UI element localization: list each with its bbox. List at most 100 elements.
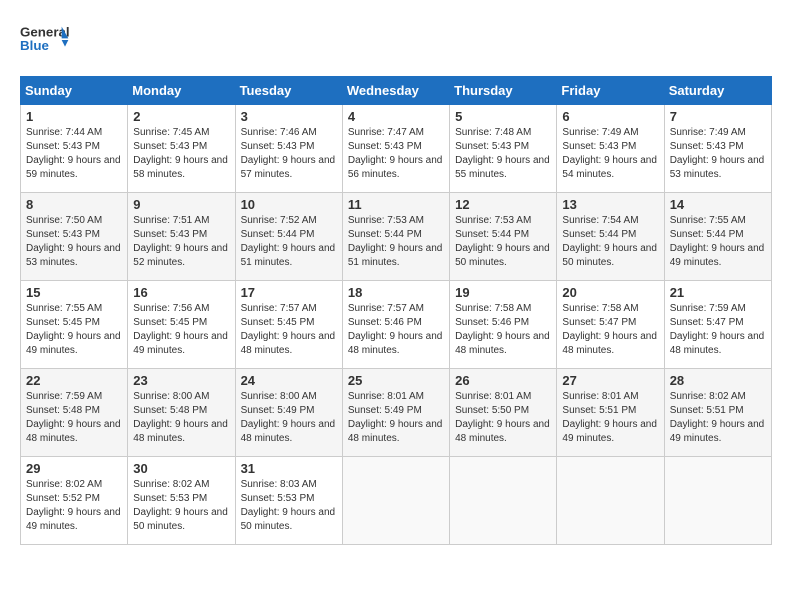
day-info: Sunrise: 8:02 AMSunset: 5:52 PMDaylight:… (26, 478, 122, 534)
day-info: Sunrise: 7:54 AMSunset: 5:44 PMDaylight:… (562, 214, 658, 270)
week-row-2: 8Sunrise: 7:50 AMSunset: 5:43 PMDaylight… (21, 193, 772, 281)
calendar-cell: 21 Sunrise: 7:59 AMSunset: 5:47 PMDayligh… (664, 281, 771, 369)
calendar-cell: 3 Sunrise: 7:46 AMSunset: 5:43 PMDaylight… (235, 105, 342, 193)
day-number: 17 (241, 285, 337, 300)
calendar-cell: 25Sunrise: 8:01 AMSunset: 5:49 PMDayligh… (342, 369, 449, 457)
calendar-cell: 19 Sunrise: 7:58 AMSunset: 5:46 PMDayligh… (450, 281, 557, 369)
day-number: 23 (133, 373, 229, 388)
calendar-cell: 31 Sunrise: 8:03 AMSunset: 5:53 PMDayligh… (235, 457, 342, 545)
weekday-saturday: Saturday (664, 77, 771, 105)
weekday-thursday: Thursday (450, 77, 557, 105)
calendar-cell (664, 457, 771, 545)
calendar-cell: 9 Sunrise: 7:51 AMSunset: 5:43 PMDaylight… (128, 193, 235, 281)
day-number: 30 (133, 461, 229, 476)
calendar-cell: 6 Sunrise: 7:49 AMSunset: 5:43 PMDaylight… (557, 105, 664, 193)
day-info: Sunrise: 7:44 AMSunset: 5:43 PMDaylight:… (26, 126, 122, 182)
weekday-friday: Friday (557, 77, 664, 105)
day-info: Sunrise: 7:57 AMSunset: 5:45 PMDaylight:… (241, 302, 337, 358)
calendar-cell: 2 Sunrise: 7:45 AMSunset: 5:43 PMDaylight… (128, 105, 235, 193)
calendar-cell: 8Sunrise: 7:50 AMSunset: 5:43 PMDaylight… (21, 193, 128, 281)
calendar-cell: 29 Sunrise: 8:02 AMSunset: 5:52 PMDayligh… (21, 457, 128, 545)
calendar-cell: 10 Sunrise: 7:52 AMSunset: 5:44 PMDayligh… (235, 193, 342, 281)
day-info: Sunrise: 7:53 AMSunset: 5:44 PMDaylight:… (455, 214, 551, 270)
day-info: Sunrise: 8:02 AMSunset: 5:51 PMDaylight:… (670, 390, 766, 446)
day-info: Sunrise: 7:55 AMSunset: 5:45 PMDaylight:… (26, 302, 122, 358)
day-info: Sunrise: 7:51 AMSunset: 5:43 PMDaylight:… (133, 214, 229, 270)
day-info: Sunrise: 7:46 AMSunset: 5:43 PMDaylight:… (241, 126, 337, 182)
calendar-cell: 20 Sunrise: 7:58 AMSunset: 5:47 PMDayligh… (557, 281, 664, 369)
day-number: 20 (562, 285, 658, 300)
day-number: 10 (241, 197, 337, 212)
day-number: 15 (26, 285, 122, 300)
calendar-cell: 13 Sunrise: 7:54 AMSunset: 5:44 PMDayligh… (557, 193, 664, 281)
calendar-cell (450, 457, 557, 545)
day-info: Sunrise: 7:49 AMSunset: 5:43 PMDaylight:… (670, 126, 766, 182)
weekday-sunday: Sunday (21, 77, 128, 105)
calendar-cell: 4 Sunrise: 7:47 AMSunset: 5:43 PMDaylight… (342, 105, 449, 193)
calendar-cell: 11Sunrise: 7:53 AMSunset: 5:44 PMDayligh… (342, 193, 449, 281)
day-info: Sunrise: 8:01 AMSunset: 5:50 PMDaylight:… (455, 390, 551, 446)
day-number: 21 (670, 285, 766, 300)
calendar-cell: 7 Sunrise: 7:49 AMSunset: 5:43 PMDaylight… (664, 105, 771, 193)
week-row-5: 29 Sunrise: 8:02 AMSunset: 5:52 PMDayligh… (21, 457, 772, 545)
calendar-cell (557, 457, 664, 545)
day-info: Sunrise: 8:00 AMSunset: 5:48 PMDaylight:… (133, 390, 229, 446)
calendar-cell: 24 Sunrise: 8:00 AMSunset: 5:49 PMDayligh… (235, 369, 342, 457)
day-info: Sunrise: 7:49 AMSunset: 5:43 PMDaylight:… (562, 126, 658, 182)
day-number: 24 (241, 373, 337, 388)
day-number: 29 (26, 461, 122, 476)
calendar-cell: 16 Sunrise: 7:56 AMSunset: 5:45 PMDayligh… (128, 281, 235, 369)
day-number: 18 (348, 285, 444, 300)
day-number: 5 (455, 109, 551, 124)
day-number: 4 (348, 109, 444, 124)
calendar-cell: 26 Sunrise: 8:01 AMSunset: 5:50 PMDayligh… (450, 369, 557, 457)
calendar-cell: 12 Sunrise: 7:53 AMSunset: 5:44 PMDayligh… (450, 193, 557, 281)
week-row-4: 22Sunrise: 7:59 AMSunset: 5:48 PMDayligh… (21, 369, 772, 457)
day-number: 13 (562, 197, 658, 212)
weekday-monday: Monday (128, 77, 235, 105)
day-info: Sunrise: 7:52 AMSunset: 5:44 PMDaylight:… (241, 214, 337, 270)
day-info: Sunrise: 8:02 AMSunset: 5:53 PMDaylight:… (133, 478, 229, 534)
day-info: Sunrise: 7:45 AMSunset: 5:43 PMDaylight:… (133, 126, 229, 182)
calendar-cell: 14 Sunrise: 7:55 AMSunset: 5:44 PMDayligh… (664, 193, 771, 281)
calendar-cell: 15 Sunrise: 7:55 AMSunset: 5:45 PMDayligh… (21, 281, 128, 369)
day-number: 14 (670, 197, 766, 212)
day-number: 1 (26, 109, 122, 124)
day-info: Sunrise: 7:59 AMSunset: 5:48 PMDaylight:… (26, 390, 122, 446)
day-number: 16 (133, 285, 229, 300)
day-info: Sunrise: 7:47 AMSunset: 5:43 PMDaylight:… (348, 126, 444, 182)
page-header: General Blue (20, 20, 772, 60)
calendar-cell: 22Sunrise: 7:59 AMSunset: 5:48 PMDayligh… (21, 369, 128, 457)
calendar-cell: 1 Sunrise: 7:44 AMSunset: 5:43 PMDaylight… (21, 105, 128, 193)
calendar-cell (342, 457, 449, 545)
day-info: Sunrise: 8:00 AMSunset: 5:49 PMDaylight:… (241, 390, 337, 446)
calendar-table: SundayMondayTuesdayWednesdayThursdayFrid… (20, 76, 772, 545)
day-number: 26 (455, 373, 551, 388)
day-info: Sunrise: 7:53 AMSunset: 5:44 PMDaylight:… (348, 214, 444, 270)
day-number: 6 (562, 109, 658, 124)
day-number: 12 (455, 197, 551, 212)
day-number: 2 (133, 109, 229, 124)
weekday-wednesday: Wednesday (342, 77, 449, 105)
day-info: Sunrise: 7:56 AMSunset: 5:45 PMDaylight:… (133, 302, 229, 358)
day-number: 28 (670, 373, 766, 388)
day-number: 7 (670, 109, 766, 124)
day-number: 3 (241, 109, 337, 124)
day-info: Sunrise: 7:57 AMSunset: 5:46 PMDaylight:… (348, 302, 444, 358)
day-number: 19 (455, 285, 551, 300)
day-number: 31 (241, 461, 337, 476)
calendar-cell: 27Sunrise: 8:01 AMSunset: 5:51 PMDayligh… (557, 369, 664, 457)
weekday-tuesday: Tuesday (235, 77, 342, 105)
calendar-cell: 5Sunrise: 7:48 AMSunset: 5:43 PMDaylight… (450, 105, 557, 193)
day-info: Sunrise: 8:01 AMSunset: 5:51 PMDaylight:… (562, 390, 658, 446)
day-info: Sunrise: 7:59 AMSunset: 5:47 PMDaylight:… (670, 302, 766, 358)
calendar-cell: 18 Sunrise: 7:57 AMSunset: 5:46 PMDayligh… (342, 281, 449, 369)
day-number: 9 (133, 197, 229, 212)
day-info: Sunrise: 7:55 AMSunset: 5:44 PMDaylight:… (670, 214, 766, 270)
calendar-cell: 17 Sunrise: 7:57 AMSunset: 5:45 PMDayligh… (235, 281, 342, 369)
day-info: Sunrise: 7:50 AMSunset: 5:43 PMDaylight:… (26, 214, 122, 270)
week-row-3: 15 Sunrise: 7:55 AMSunset: 5:45 PMDayligh… (21, 281, 772, 369)
day-info: Sunrise: 8:03 AMSunset: 5:53 PMDaylight:… (241, 478, 337, 534)
day-info: Sunrise: 7:58 AMSunset: 5:46 PMDaylight:… (455, 302, 551, 358)
day-info: Sunrise: 7:58 AMSunset: 5:47 PMDaylight:… (562, 302, 658, 358)
